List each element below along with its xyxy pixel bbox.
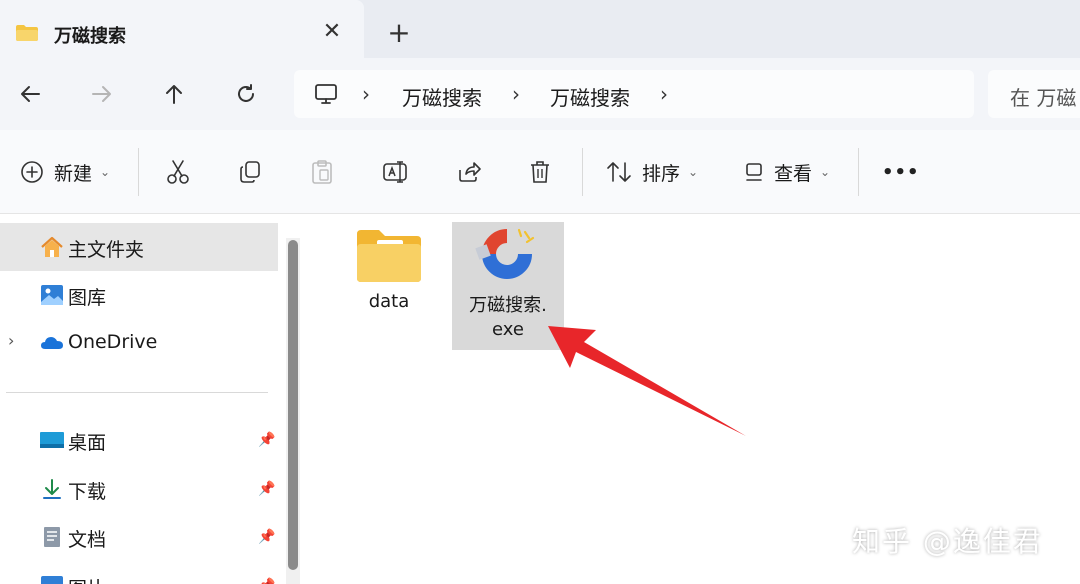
folder-icon xyxy=(357,230,421,282)
documents-icon xyxy=(44,527,60,547)
new-tab-button[interactable]: + xyxy=(384,18,414,50)
home-icon xyxy=(41,236,63,257)
sidebar-scrollbar[interactable] xyxy=(286,238,300,584)
sidebar-item-label: 主文件夹 xyxy=(68,239,145,261)
this-pc-icon[interactable] xyxy=(314,82,338,106)
refresh-icon xyxy=(238,84,254,102)
toolbar-divider xyxy=(582,148,583,196)
file-item-folder[interactable]: data xyxy=(334,226,444,326)
paste-button[interactable] xyxy=(310,154,334,190)
sidebar-item-label: 文档 xyxy=(68,529,107,551)
magnet-app-icon xyxy=(475,228,535,279)
sort-button-label: 排序 xyxy=(642,162,681,185)
breadcrumb-item[interactable]: 万磁搜索 xyxy=(402,82,482,111)
desktop-icon xyxy=(40,432,64,448)
new-button-label: 新建 xyxy=(54,162,93,185)
toolbar-divider xyxy=(858,148,859,196)
refresh-button[interactable] xyxy=(226,74,266,114)
copy-icon xyxy=(240,161,260,183)
search-input[interactable]: 在 万磁 xyxy=(988,70,1080,118)
close-tab-icon[interactable]: ✕ xyxy=(318,18,346,46)
copy-button[interactable] xyxy=(238,154,262,190)
sidebar-item-label: OneDrive xyxy=(68,331,158,353)
paste-icon xyxy=(312,160,332,184)
sidebar-item-label: 桌面 xyxy=(68,432,107,454)
back-button[interactable] xyxy=(10,74,50,114)
trash-icon xyxy=(531,161,549,183)
share-button[interactable] xyxy=(456,154,482,190)
chevron-right-icon[interactable]: › xyxy=(8,331,14,350)
cut-button[interactable] xyxy=(166,154,190,190)
watermark: 知乎 @逸佳君 xyxy=(852,525,1043,558)
file-name-line1: 万磁搜索. xyxy=(469,295,547,316)
annotation-arrow xyxy=(548,326,746,436)
sidebar-divider xyxy=(6,392,268,393)
arrow-right-icon xyxy=(92,86,111,102)
command-bar: 新建 ⌄ 排序 ⌄ 查看 ⌄ ••• xyxy=(0,130,1080,214)
up-button[interactable] xyxy=(154,74,194,114)
search-placeholder: 在 万磁 xyxy=(1010,86,1077,110)
add-circle-icon xyxy=(21,161,43,183)
breadcrumb-separator[interactable]: › xyxy=(512,82,520,106)
sidebar-item-gallery[interactable]: 图库 xyxy=(0,271,278,319)
sidebar-item-documents[interactable]: 文档 📌 xyxy=(0,513,278,561)
sidebar-item-label: 图片 xyxy=(68,574,106,584)
download-icon xyxy=(43,479,61,499)
pictures-icon xyxy=(41,576,63,584)
scissors-icon xyxy=(167,160,189,184)
chevron-down-icon: ⌄ xyxy=(100,165,111,179)
navigation-pane: 主文件夹 图库 › OneDrive 桌面 📌 下载 📌 文档 📌 xyxy=(0,214,302,584)
sidebar-item-label: 图库 xyxy=(68,287,107,309)
file-name: data xyxy=(368,291,410,312)
gallery-icon xyxy=(41,285,63,305)
chevron-down-icon: ⌄ xyxy=(820,165,831,179)
address-bar[interactable]: › 万磁搜索 › 万磁搜索 › xyxy=(294,70,974,118)
folder-icon xyxy=(16,25,38,41)
title-bar: 万磁搜索 ✕ + xyxy=(0,0,1080,58)
more-icon: ••• xyxy=(882,161,920,183)
pin-icon[interactable]: 📌 xyxy=(258,481,275,497)
view-button[interactable]: 查看 ⌄ xyxy=(744,154,830,190)
delete-button[interactable] xyxy=(528,154,552,190)
sidebar-item-onedrive[interactable]: › OneDrive xyxy=(0,319,278,367)
toolbar-divider xyxy=(138,148,139,196)
file-name-line2: exe xyxy=(492,319,524,340)
sidebar-item-downloads[interactable]: 下载 📌 xyxy=(0,465,278,513)
breadcrumb-item[interactable]: 万磁搜索 xyxy=(550,82,630,111)
pin-icon[interactable]: 📌 xyxy=(258,432,275,448)
navigation-bar: › 万磁搜索 › 万磁搜索 › 在 万磁 xyxy=(0,58,1080,130)
pin-icon[interactable]: 📌 xyxy=(258,578,275,584)
arrow-left-icon xyxy=(21,86,40,102)
tab-title: 万磁搜索 xyxy=(54,26,126,47)
breadcrumb-separator[interactable]: › xyxy=(362,82,370,106)
share-icon xyxy=(459,162,481,182)
more-options-button[interactable]: ••• xyxy=(882,154,920,190)
sidebar-item-desktop[interactable]: 桌面 📌 xyxy=(0,416,278,464)
view-icon xyxy=(746,163,762,181)
sort-button[interactable]: 排序 ⌄ xyxy=(606,154,698,190)
breadcrumb-separator[interactable]: › xyxy=(660,82,668,106)
arrow-up-icon xyxy=(166,85,182,104)
sidebar-item-pictures[interactable]: 图片 📌 xyxy=(0,562,278,584)
sidebar-item-label: 下载 xyxy=(68,481,107,503)
view-button-label: 查看 xyxy=(774,162,813,185)
forward-button[interactable] xyxy=(82,74,122,114)
rename-button[interactable] xyxy=(382,154,410,190)
sort-icon xyxy=(607,162,631,182)
sidebar-item-home[interactable]: 主文件夹 xyxy=(0,223,278,271)
tab-active[interactable]: 万磁搜索 ✕ xyxy=(0,0,364,58)
file-explorer-window: 万磁搜索 ✕ + › 万磁搜索 › 万磁搜索 › 在 万磁 新建 ⌄ 排序 ⌄ … xyxy=(0,0,1080,584)
scrollbar-thumb[interactable] xyxy=(288,240,298,570)
chevron-down-icon: ⌄ xyxy=(688,165,699,179)
onedrive-cloud-icon xyxy=(41,337,63,349)
pin-icon[interactable]: 📌 xyxy=(258,529,275,545)
rename-icon xyxy=(383,161,407,183)
new-button[interactable]: 新建 ⌄ xyxy=(20,154,110,190)
